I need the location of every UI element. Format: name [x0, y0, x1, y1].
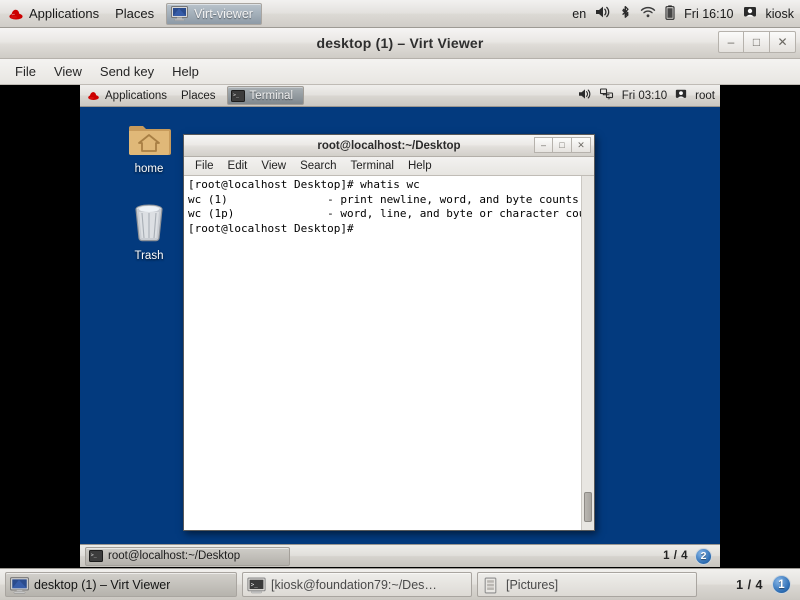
host-window-list-virt-viewer[interactable]: Virt-viewer — [166, 2, 262, 25]
menu-help[interactable]: Help — [163, 59, 208, 84]
desktop-icon-home-label: home — [134, 163, 164, 175]
menu-file[interactable]: File — [6, 59, 45, 84]
terminal-icon: >_ — [89, 550, 103, 562]
svg-text:>_: >_ — [251, 583, 258, 589]
host-taskbar: desktop (1) – Virt Viewer >_ [kiosk@foun… — [0, 568, 800, 600]
terminal-menu-edit[interactable]: Edit — [221, 157, 255, 175]
monitor-icon — [171, 6, 189, 21]
minimize-button[interactable]: – — [718, 31, 744, 53]
terminal-menubar: File Edit View Search Terminal Help — [184, 157, 594, 176]
desktop-icon-trash[interactable]: Trash — [113, 200, 185, 263]
places-menu-label: Places — [115, 6, 155, 21]
terminal-titlebar[interactable]: root@localhost:~/Desktop – □ ✕ — [184, 135, 594, 157]
svg-text:x: x — [607, 96, 610, 100]
terminal-title: root@localhost:~/Desktop — [317, 139, 461, 152]
places-menu-button[interactable]: Places — [107, 0, 162, 27]
taskbar-item-pictures[interactable]: [Pictures] — [477, 572, 697, 597]
user-icon[interactable] — [675, 88, 687, 103]
terminal-menu-terminal[interactable]: Terminal — [344, 157, 401, 175]
applications-menu-button[interactable]: Applications — [0, 0, 107, 27]
user-name-label: kiosk — [765, 6, 794, 21]
guest-system-tray: x Fri 03:10 root — [578, 85, 720, 106]
svg-text:>_: >_ — [91, 553, 98, 559]
clock[interactable]: Fri 16:10 — [684, 7, 733, 21]
desktop-icon-trash-label: Trash — [134, 250, 164, 262]
guest-clock[interactable]: Fri 03:10 — [622, 90, 667, 102]
terminal-scrollbar[interactable] — [581, 176, 594, 530]
file-manager-icon — [482, 577, 499, 594]
trash-can-icon — [113, 200, 185, 247]
maximize-button[interactable]: □ — [744, 31, 770, 53]
terminal-menu-help[interactable]: Help — [401, 157, 439, 175]
guest-applications-menu-button[interactable]: Applications — [80, 85, 174, 106]
vm-display-viewport[interactable]: Applications Places >_ Terminal x Fri 03… — [0, 85, 800, 567]
guest-user-name-label: root — [695, 89, 715, 102]
battery-icon[interactable] — [665, 4, 675, 23]
keyboard-layout-indicator[interactable]: en — [572, 7, 586, 21]
terminal-icon: >_ — [230, 89, 245, 102]
taskbar-item-kiosk-terminal[interactable]: >_ [kiosk@foundation79:~/Des… — [242, 572, 472, 597]
taskbar-item-virt-viewer[interactable]: desktop (1) – Virt Viewer — [5, 572, 237, 597]
terminal-scrollbar-thumb[interactable] — [584, 492, 592, 522]
virt-viewer-title: desktop (1) – Virt Viewer — [316, 35, 484, 51]
terminal-window[interactable]: root@localhost:~/Desktop – □ ✕ File Edit… — [183, 134, 595, 531]
guest-top-panel: Applications Places >_ Terminal x Fri 03… — [80, 85, 720, 107]
terminal-window-controls: – □ ✕ — [534, 137, 591, 153]
guest-workspace-badge[interactable]: 2 — [695, 547, 712, 565]
bluetooth-icon[interactable] — [620, 5, 631, 23]
user-icon[interactable] — [743, 5, 757, 22]
guest-window-list-terminal[interactable]: >_ Terminal — [226, 86, 305, 105]
guest-applications-menu-label: Applications — [105, 89, 168, 102]
guest-places-menu-button[interactable]: Places — [174, 85, 223, 106]
terminal-close-button[interactable]: ✕ — [572, 137, 591, 153]
terminal-minimize-button[interactable]: – — [534, 137, 553, 153]
monitor-icon — [10, 577, 29, 594]
virt-viewer-window-controls: – □ ✕ — [718, 31, 796, 53]
terminal-icon: >_ — [247, 577, 266, 594]
guest-workspace-indicator: 1 / 4 2 — [663, 547, 715, 565]
taskbar-item-kiosk-terminal-label: [kiosk@foundation79:~/Des… — [271, 577, 437, 592]
virt-viewer-titlebar[interactable]: desktop (1) – Virt Viewer – □ ✕ — [0, 28, 800, 59]
host-panel-left: Applications Places Virt-viewer — [0, 0, 262, 27]
host-workspace-count: 1 / 4 — [736, 577, 763, 592]
network-disconnected-icon[interactable]: x — [599, 88, 614, 103]
speaker-icon[interactable] — [578, 88, 592, 103]
taskbar-item-pictures-label: [Pictures] — [506, 577, 559, 592]
guest-places-menu-label: Places — [181, 89, 216, 102]
host-top-panel: Applications Places Virt-viewer en Fri 1… — [0, 0, 800, 28]
guest-workspace-count: 1 / 4 — [663, 550, 688, 562]
terminal-body: [root@localhost Desktop]# whatis wc wc (… — [184, 176, 594, 530]
applications-menu-label: Applications — [29, 6, 100, 21]
terminal-output[interactable]: [root@localhost Desktop]# whatis wc wc (… — [184, 176, 581, 530]
host-workspace-indicator: 1 / 4 1 — [736, 575, 795, 594]
redhat-logo-icon — [87, 89, 100, 102]
guest-taskbar-item-terminal[interactable]: >_ root@localhost:~/Desktop — [85, 546, 290, 566]
guest-window-list-label: Terminal — [249, 89, 294, 102]
menu-view[interactable]: View — [45, 59, 91, 84]
terminal-maximize-button[interactable]: □ — [553, 137, 572, 153]
redhat-logo-icon — [8, 6, 24, 22]
menu-send-key[interactable]: Send key — [91, 59, 163, 84]
guest-taskbar-item-label: root@localhost:~/Desktop — [108, 550, 241, 562]
speaker-icon[interactable] — [595, 5, 611, 22]
host-system-tray: en Fri 16:10 kiosk — [572, 0, 800, 27]
guest-taskbar: >_ root@localhost:~/Desktop 1 / 4 2 — [80, 544, 720, 567]
host-window-list-label: Virt-viewer — [194, 6, 253, 21]
host-workspace-badge[interactable]: 1 — [772, 575, 791, 594]
guest-screen[interactable]: Applications Places >_ Terminal x Fri 03… — [80, 85, 720, 567]
terminal-menu-file[interactable]: File — [188, 157, 221, 175]
virt-viewer-menubar: File View Send key Help — [0, 59, 800, 85]
wifi-icon[interactable] — [640, 6, 656, 22]
close-button[interactable]: ✕ — [770, 31, 796, 53]
taskbar-item-virt-viewer-label: desktop (1) – Virt Viewer — [34, 577, 171, 592]
home-folder-icon — [113, 119, 185, 160]
virt-viewer-window: desktop (1) – Virt Viewer – □ ✕ File Vie… — [0, 28, 800, 568]
svg-text:>_: >_ — [233, 92, 240, 98]
terminal-menu-view[interactable]: View — [254, 157, 293, 175]
desktop-icon-home[interactable]: home — [113, 119, 185, 176]
guest-desktop[interactable]: home Trash root@localhost:~/Desktop – □ … — [80, 107, 720, 544]
terminal-menu-search[interactable]: Search — [293, 157, 343, 175]
